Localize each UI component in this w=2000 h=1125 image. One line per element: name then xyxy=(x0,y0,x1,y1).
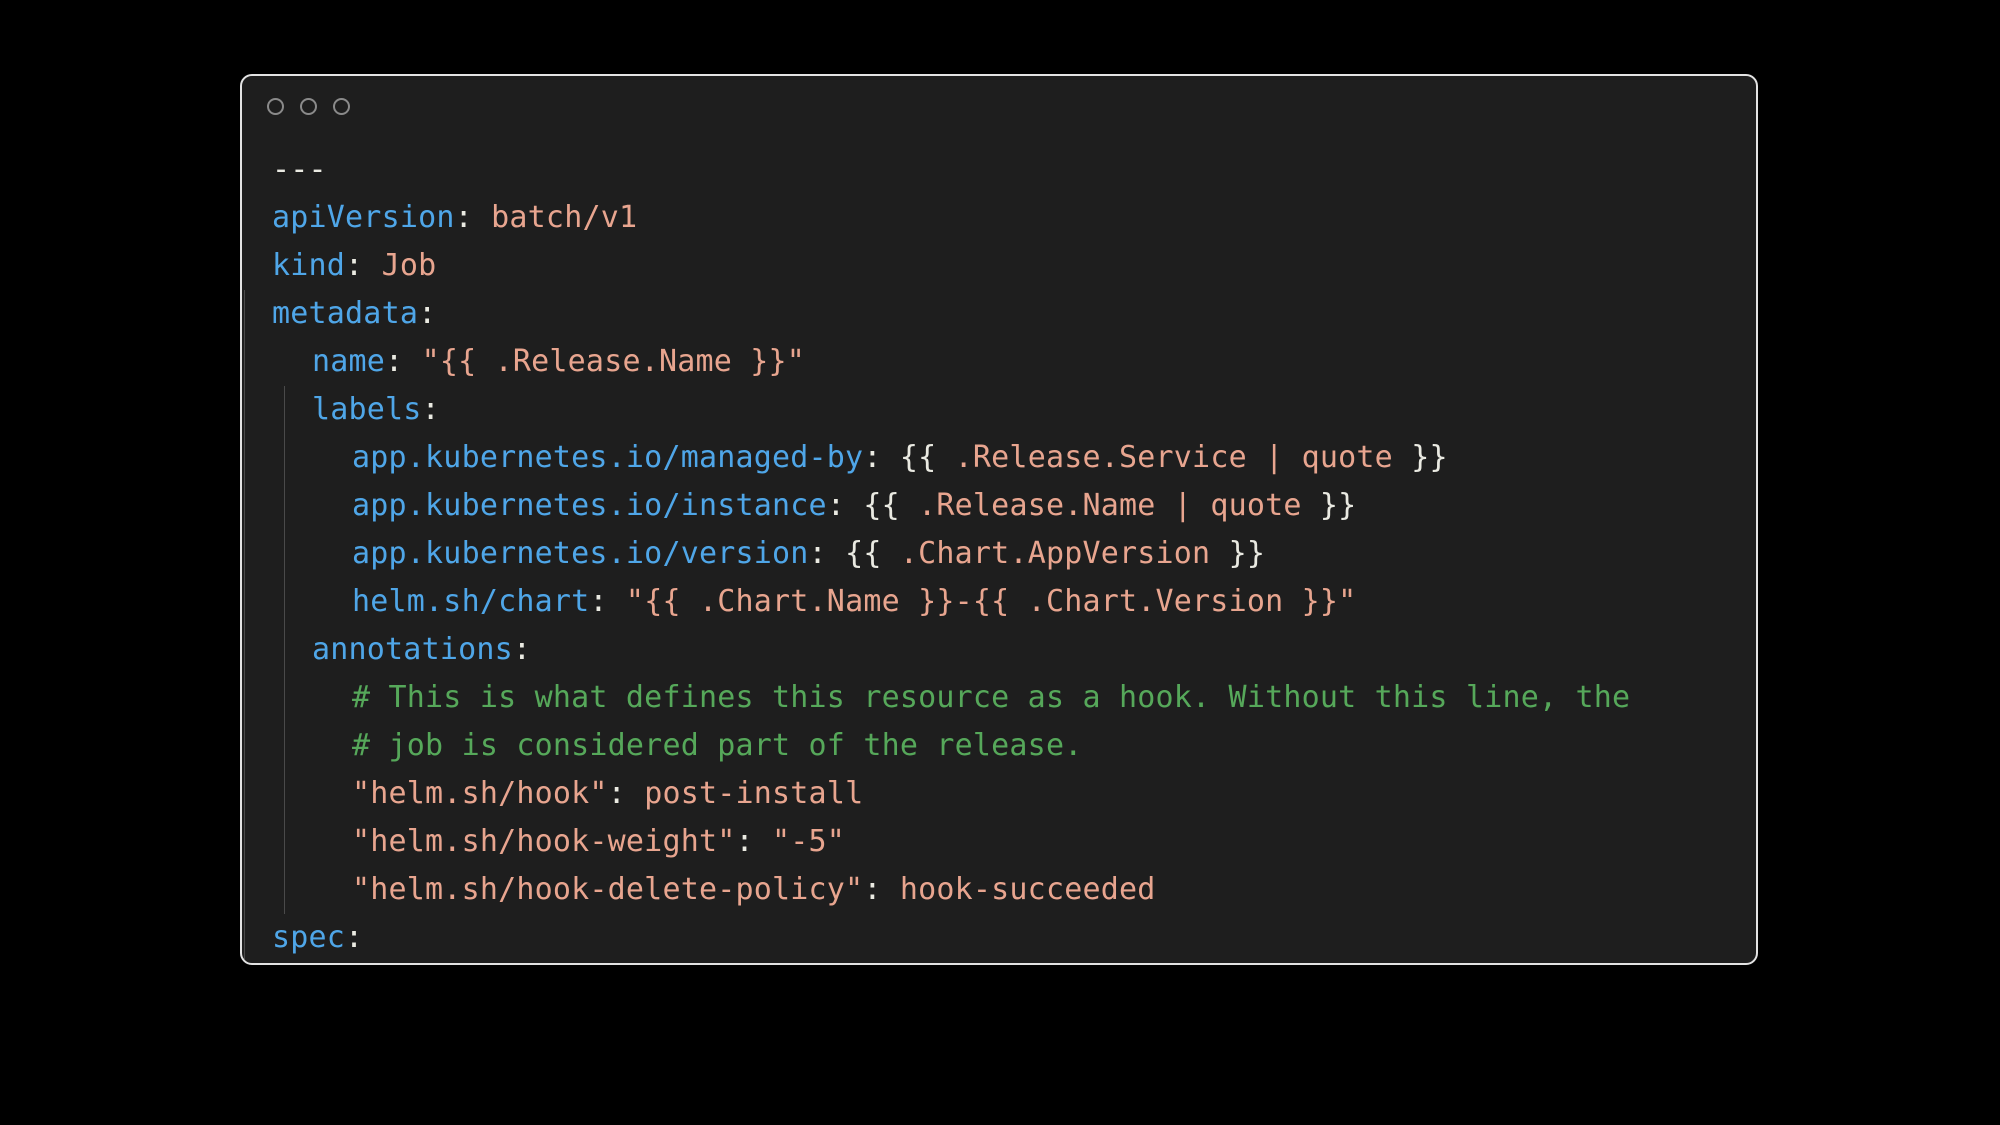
code-token-s: batch/v1 xyxy=(472,200,638,235)
code-line: "helm.sh/hook-weight": "-5" xyxy=(272,818,1756,866)
code-token-p: {{ xyxy=(845,488,900,523)
code-token-s: "{{ .Chart.Name }}-{{ .Chart.Version }}" xyxy=(607,584,1357,619)
code-token-k: app.kubernetes.io/instance xyxy=(352,488,827,523)
code-token-s: .Release.Name | quote xyxy=(899,488,1320,523)
code-token-k: app.kubernetes.io/managed-by xyxy=(352,440,864,475)
code-line: annotations: xyxy=(272,626,1756,674)
window-titlebar xyxy=(242,76,1756,132)
code-token-p: }} xyxy=(1319,488,1357,523)
code-token-p: : xyxy=(589,584,608,619)
code-viewport[interactable]: --- apiVersion: batch/v1 kind: Job metadata… xyxy=(242,132,1756,963)
code-token-p: : xyxy=(735,824,754,859)
indent-guide xyxy=(244,914,245,963)
code-token-dash: --- xyxy=(272,152,327,187)
code-line: spec: xyxy=(272,914,1756,962)
code-line: metadata: xyxy=(272,290,1756,338)
code-line: --- xyxy=(272,146,1756,194)
code-token-k: labels xyxy=(312,392,422,427)
code-token-c: # job is considered part of the release. xyxy=(352,728,1083,763)
code-line: "helm.sh/hook-delete-policy": hook-succe… xyxy=(272,866,1756,914)
code-line: # job is considered part of the release. xyxy=(272,722,1756,770)
code-token-k: apiVersion xyxy=(272,200,455,235)
code-token-s: .Chart.AppVersion xyxy=(881,536,1229,571)
code-token-s: .Release.Service | quote xyxy=(936,440,1412,475)
code-token-k: metadata xyxy=(272,296,419,331)
code-token-c: # This is what defines this resource as … xyxy=(352,680,1631,715)
code-token-p: : xyxy=(863,440,882,475)
code-token-p: : xyxy=(421,392,440,427)
code-line: apiVersion: batch/v1 xyxy=(272,194,1756,242)
code-token-p: : xyxy=(607,776,626,811)
indent-guide xyxy=(244,290,245,914)
code-token-s: "helm.sh/hook" xyxy=(352,776,608,811)
code-token-p: : xyxy=(418,296,437,331)
code-token-p: : xyxy=(826,488,846,523)
code-token-s: "-5" xyxy=(753,824,846,859)
code-line: kind: Job xyxy=(272,242,1756,290)
code-token-p: : xyxy=(345,248,364,283)
code-line: app.kubernetes.io/managed-by: {{ .Releas… xyxy=(272,434,1756,482)
code-token-p: {{ xyxy=(826,536,882,571)
code-line: helm.sh/chart: "{{ .Chart.Name }}-{{ .Ch… xyxy=(272,578,1756,626)
code-token-s: "helm.sh/hook-delete-policy" xyxy=(352,872,864,907)
code-token-p: : xyxy=(863,872,882,907)
code-token-p: {{ xyxy=(881,440,937,475)
code-token-s: "{{ .Release.Name }}" xyxy=(403,344,806,379)
code-line: # This is what defines this resource as … xyxy=(272,674,1756,722)
close-window-icon[interactable] xyxy=(267,98,284,115)
zoom-window-icon[interactable] xyxy=(333,98,350,115)
code-line: app.kubernetes.io/version: {{ .Chart.App… xyxy=(272,530,1756,578)
code-content: --- apiVersion: batch/v1 kind: Job metadata… xyxy=(242,146,1756,963)
minimize-window-icon[interactable] xyxy=(300,98,317,115)
code-line: name: "{{ .Release.Name }}" xyxy=(272,338,1756,386)
code-token-k: helm.sh/chart xyxy=(352,584,590,619)
code-token-s: hook-succeeded xyxy=(881,872,1156,907)
code-token-p: : xyxy=(345,920,364,955)
code-token-s: post-install xyxy=(625,776,864,811)
code-snippet-window: --- apiVersion: batch/v1 kind: Job metadata… xyxy=(240,74,1758,965)
traffic-light-buttons xyxy=(267,98,350,115)
code-line: app.kubernetes.io/instance: {{ .Release.… xyxy=(272,482,1756,530)
code-token-p: : xyxy=(808,536,827,571)
code-token-p: }} xyxy=(1411,440,1448,475)
code-token-k: spec xyxy=(272,920,346,955)
code-token-p: }} xyxy=(1228,536,1266,571)
code-token-k: app.kubernetes.io/version xyxy=(352,536,809,571)
screenshot-root: --- apiVersion: batch/v1 kind: Job metadata… xyxy=(0,0,2000,1125)
code-token-k: kind xyxy=(272,248,346,283)
code-line: "helm.sh/hook": post-install xyxy=(272,770,1756,818)
code-token-p: : xyxy=(512,632,532,667)
code-token-p: : xyxy=(385,344,404,379)
code-token-k: annotations xyxy=(312,632,513,667)
code-line: labels: xyxy=(272,386,1756,434)
code-token-s: "helm.sh/hook-weight" xyxy=(352,824,736,859)
code-token-k: name xyxy=(312,344,386,379)
code-line: ... xyxy=(272,962,1756,963)
code-token-s: Job xyxy=(363,248,437,283)
code-token-p: : xyxy=(454,200,473,235)
